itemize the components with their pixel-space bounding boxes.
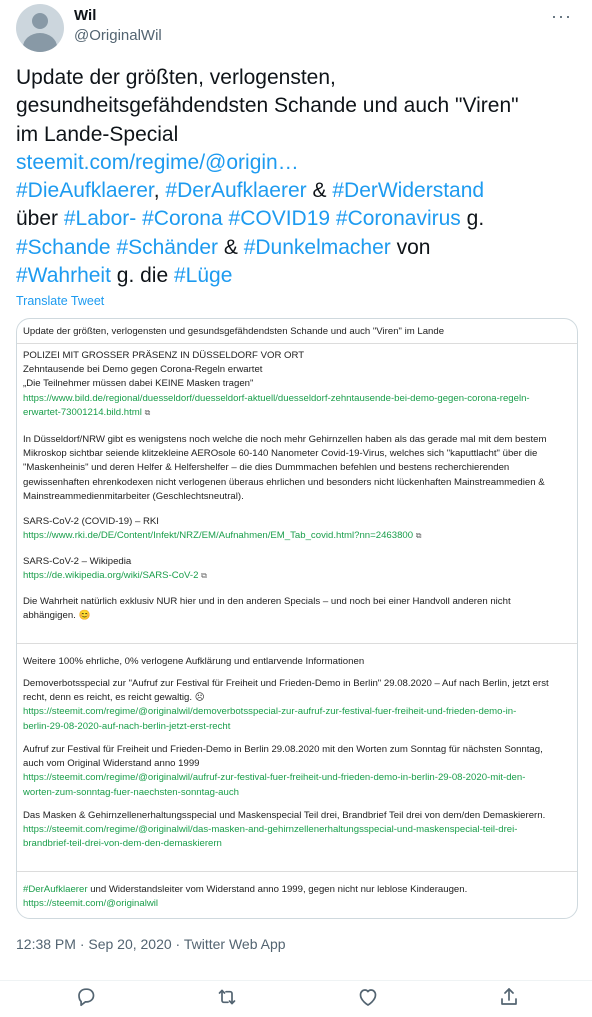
card-title: Update der größten, verlogensten und ges…: [23, 326, 445, 337]
share-icon[interactable]: [497, 985, 521, 1009]
hashtag[interactable]: #Coronavirus: [336, 207, 461, 230]
image-content: Update der größten, verlogensten und ges…: [17, 325, 577, 914]
text: von: [390, 235, 431, 259]
url-line: brandbrief-teil-drei-von-dem-den-demaski…: [23, 838, 222, 850]
text-line: „Die Teilnehmer müssen dabei KEINE Maske…: [23, 378, 254, 390]
text: g.: [460, 207, 485, 231]
text-line: und Widerstandsleiter vom Widerstand ann…: [87, 884, 468, 895]
text-line: In Düsseldorf/NRW gibt es wenigstens noc…: [23, 434, 547, 445]
action-bar: [0, 980, 592, 1012]
card-paragraph: SARS-CoV-2 (COVID-19) – RKI https://www.…: [23, 515, 571, 543]
text-line: Mainstreammedienmitarbeiter (Geschlechts…: [23, 490, 244, 502]
text-line: Das Masken & Gehirnzellenerhaltungsspeci…: [23, 810, 546, 821]
hashtag[interactable]: #Schänder: [116, 236, 218, 259]
avatar[interactable]: [16, 4, 64, 52]
text-line: Mikroskop sichtbar seiende klitzekleine …: [23, 448, 538, 460]
external-link-icon: ⧉: [201, 571, 207, 581]
author-handle[interactable]: @OriginalWil: [74, 27, 162, 44]
url-line: https://www.rki.de/DE/Content/Infekt/NRZ…: [23, 530, 414, 542]
divider: [17, 643, 577, 644]
text: über: [16, 207, 64, 231]
tweet-timestamp[interactable]: 12:38 PM · Sep 20, 2020 · Twitter Web Ap…: [16, 936, 286, 952]
text: &: [306, 179, 333, 203]
text-line: Aufruf zur Festival für Freiheit und Fri…: [23, 744, 543, 755]
text-line: Die Wahrheit natürlich exklusiv NUR hier…: [23, 596, 511, 607]
url-line: https://de.wikipedia.org/wiki/SARS-CoV-2: [23, 570, 199, 582]
hashtag[interactable]: #Dunkelmacher: [244, 236, 391, 259]
url-line: https://www.bild.de/regional/duesseldorf…: [23, 392, 530, 404]
text: g. die: [110, 264, 174, 288]
text-line: SARS-CoV-2 – Wikipedia: [23, 556, 132, 567]
hashtag[interactable]: #Wahrheit: [16, 264, 111, 287]
heart-icon[interactable]: [356, 985, 380, 1009]
text-line: gewissenhaften ehrenkodexen nicht verlog…: [23, 476, 545, 488]
text-line: Demoverbotsspecial zur "Aufruf zur Festi…: [23, 678, 549, 689]
text: ,: [153, 179, 166, 203]
hashtag[interactable]: #DerAufklaerer: [165, 179, 306, 202]
text-line: Zehntausende bei Demo gegen Corona-Regel…: [23, 364, 263, 376]
divider: [17, 343, 577, 344]
card-section-heading: Weitere 100% ehrliche, 0% verlogene Aufk…: [23, 656, 365, 667]
url-line: erwartet-73001214.bild.html: [23, 406, 142, 418]
url-line: https://steemit.com/regime/@originalwil/…: [23, 824, 518, 836]
text-line: POLIZEI MIT GROSSER PRÄSENZ IN DÜSSELDOR…: [23, 350, 305, 361]
hashtag: #DerAufklaerer: [23, 884, 88, 895]
translate-tweet-link[interactable]: Translate Tweet: [16, 294, 104, 308]
text: &: [218, 235, 244, 259]
card-paragraph: In Düsseldorf/NRW gibt es wenigstens noc…: [23, 433, 571, 504]
tweet-text: Update der größten, verlogensten, gesund…: [16, 64, 576, 290]
card-paragraph: Aufruf zur Festival für Freiheit und Fri…: [23, 743, 571, 800]
reply-icon[interactable]: [74, 985, 98, 1009]
hashtag[interactable]: #Labor-: [64, 207, 136, 230]
more-options-icon[interactable]: ···: [551, 6, 572, 27]
hashtag[interactable]: #Schande: [16, 236, 111, 259]
text-line: recht, denn es reicht, es reicht gewalti…: [23, 692, 205, 704]
text-line: abhängigen. 😊: [23, 610, 91, 622]
card-paragraph: Demoverbotsspecial zur "Aufruf zur Festi…: [23, 677, 571, 734]
tweet-line: Update der größten, verlogensten,: [16, 66, 336, 89]
tweet-line: gesundheitsgefähdendsten Schande und auc…: [16, 94, 519, 118]
text-line: "Maskenheinis" und deren Helfer & Helfer…: [23, 462, 510, 474]
card-paragraph: SARS-CoV-2 – Wikipedia https://de.wikipe…: [23, 555, 571, 583]
text-line: SARS-CoV-2 (COVID-19) – RKI: [23, 516, 159, 527]
url-line: https://steemit.com/@originalwil: [23, 898, 159, 910]
tweet-line: im Lande-Special: [16, 122, 179, 146]
hashtag[interactable]: #DerWiderstand: [332, 179, 484, 202]
url-line: berlin-29-08-2020-auf-nach-berlin-jetzt-…: [23, 720, 231, 732]
hashtag[interactable]: #DieAufklaerer: [16, 179, 154, 202]
attached-image[interactable]: Update der größten, verlogensten und ges…: [16, 318, 578, 919]
card-paragraph: POLIZEI MIT GROSSER PRÄSENZ IN DÜSSELDOR…: [23, 349, 571, 420]
card-paragraph: Das Masken & Gehirnzellenerhaltungsspeci…: [23, 809, 571, 852]
external-link-icon: ⧉: [144, 407, 151, 417]
retweet-icon[interactable]: [215, 985, 239, 1009]
url-line: worten-zum-sonntag-fuer-naechsten-sonnta…: [23, 786, 239, 798]
url-line: https://steemit.com/regime/@originalwil/…: [23, 772, 526, 784]
divider: [17, 871, 577, 872]
tweet-header: Wil @OriginalWil ···: [16, 4, 576, 52]
card-footer: #DerAufklaerer und Widerstandsleiter vom…: [23, 883, 571, 911]
tweet-link[interactable]: steemit.com/regime/@origin…: [16, 151, 299, 174]
url-line: https://steemit.com/regime/@originalwil/…: [23, 706, 517, 718]
author-name[interactable]: Wil: [74, 7, 96, 24]
text-line: auch vom Original Widerstand anno 1999: [23, 758, 200, 770]
hashtag[interactable]: #COVID19: [229, 207, 331, 230]
card-paragraph: Die Wahrheit natürlich exklusiv NUR hier…: [23, 595, 571, 623]
external-link-icon: ⧉: [415, 531, 422, 541]
hashtag[interactable]: #Lüge: [174, 264, 232, 287]
hashtag[interactable]: #Corona: [142, 207, 223, 230]
